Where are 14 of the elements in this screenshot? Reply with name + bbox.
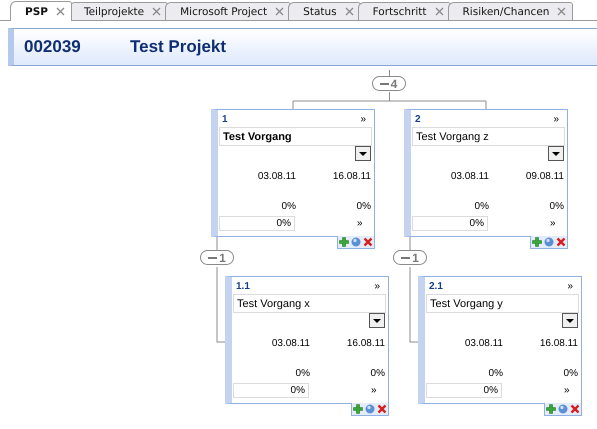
start-date: 03.08.11 xyxy=(450,171,489,184)
end-date: 09.08.11 xyxy=(524,171,564,184)
end-date: 16.08.11 xyxy=(332,171,371,184)
start-date: 03.08.11 xyxy=(270,338,310,351)
project-number: 002039 xyxy=(23,37,82,57)
start-date: 03.08.11 xyxy=(464,338,503,351)
end-date: 16.08.11 xyxy=(538,338,578,351)
start-date: 03.08.11 xyxy=(256,171,296,184)
task-number: 2.1 xyxy=(429,281,443,292)
task-number: 2 xyxy=(415,114,421,125)
project-title: Test Projekt xyxy=(130,37,226,57)
task-number: 1 xyxy=(222,114,228,125)
end-date: 16.08.11 xyxy=(346,338,385,351)
task-number: 1.1 xyxy=(236,281,250,292)
